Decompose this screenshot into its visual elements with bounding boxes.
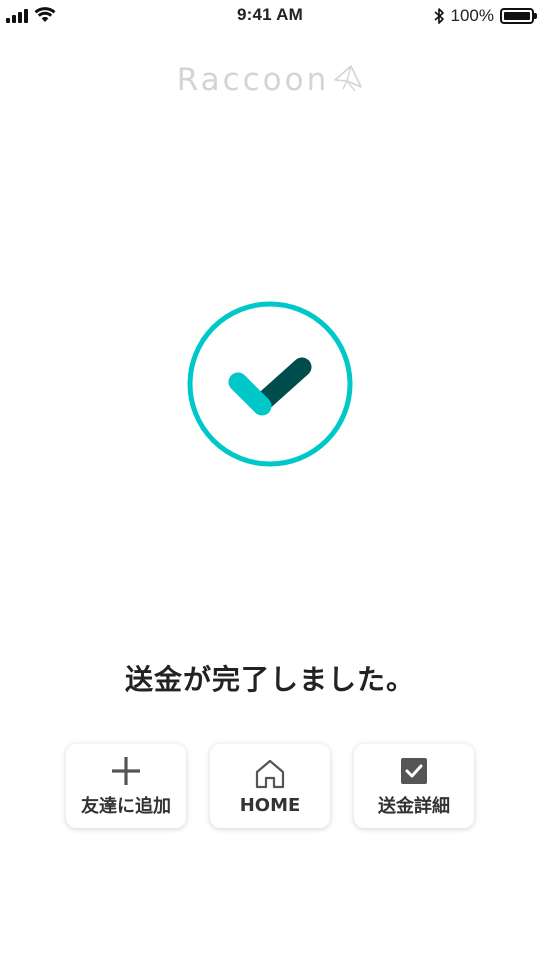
transfer-details-label: 送金詳細	[378, 796, 450, 817]
add-friend-button[interactable]: 友達に追加	[66, 744, 186, 828]
logo-text: Raccoon	[176, 62, 330, 98]
app-logo: Raccoon	[0, 62, 540, 98]
completion-message: 送金が完了しました。	[124, 663, 415, 696]
add-friend-label: 友達に追加	[81, 796, 171, 817]
battery-icon	[500, 8, 537, 24]
check-circle-icon	[187, 301, 353, 467]
raccoon-mark-icon	[334, 65, 363, 92]
home-icon	[252, 757, 288, 791]
home-button[interactable]: HOME	[210, 744, 330, 828]
action-buttons: 友達に追加 HOME 送金詳細	[66, 744, 474, 828]
status-bar: 9:41 AM 100%	[0, 0, 540, 32]
status-right: 100%	[433, 6, 537, 26]
transfer-details-button[interactable]: 送金詳細	[354, 744, 474, 828]
plus-icon	[108, 754, 144, 788]
bluetooth-icon	[433, 8, 444, 24]
home-label: HOME	[239, 794, 301, 816]
battery-percent: 100%	[450, 6, 494, 25]
checkbox-icon	[396, 754, 432, 788]
